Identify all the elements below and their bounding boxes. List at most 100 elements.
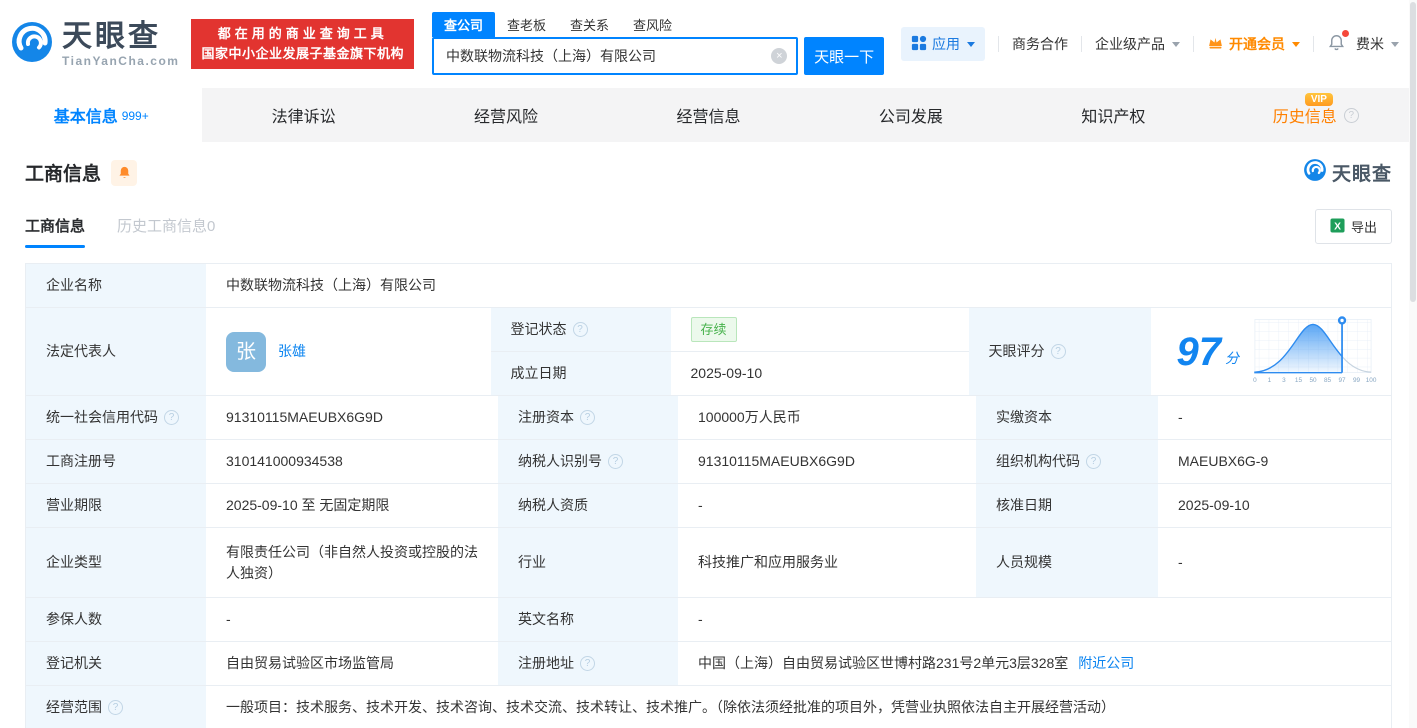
- field-label-wrap: 注册资本 ?: [498, 396, 678, 439]
- help-icon[interactable]: ?: [1050, 344, 1066, 359]
- svg-text:99: 99: [1353, 376, 1361, 383]
- svg-text:85: 85: [1324, 376, 1332, 383]
- promo-banner: 都在用的商业查询工具 国家中小企业发展子基金旗下机构: [191, 18, 414, 70]
- chevron-down-icon: [1391, 41, 1399, 47]
- notification-bell-button[interactable]: [1327, 30, 1349, 55]
- logo-brand-text: 天眼查: [62, 19, 161, 53]
- subscribe-bell-button[interactable]: [111, 159, 138, 186]
- tianyancha-logo[interactable]: 天眼查 TianYanCha.com: [10, 20, 179, 69]
- header-menu: 应用 商务合作 企业级产品 开通会员 费米: [901, 27, 1399, 61]
- help-icon[interactable]: ?: [608, 454, 623, 469]
- field-value: 310141000934538: [206, 440, 498, 483]
- table-row-business-scope: 经营范围 ? 一般项目：技术服务、技术开发、技术咨询、技术交流、技术转让、技术推…: [26, 686, 1391, 728]
- table-row-legal-rep: 法定代表人 张 张雄 登记状态 ? 存续 成立日期 2025-09-10 天眼评…: [26, 308, 1391, 396]
- search-button[interactable]: 天眼一下: [804, 37, 884, 75]
- field-label-wrap: 天眼评分 ?: [968, 308, 1151, 395]
- field-value: 有限责任公司（非自然人投资或控股的法人独资）: [206, 528, 498, 597]
- tab-basic-info-count: 999+: [121, 109, 149, 123]
- apps-menu[interactable]: 应用: [901, 27, 985, 61]
- enterprise-product-label: 企业级产品: [1095, 36, 1165, 52]
- search-tabs: 查公司 查老板 查关系 查风险: [432, 12, 884, 37]
- field-label: 注册资本: [518, 409, 574, 425]
- table-row-company-name: 企业名称 中数联物流科技（上海）有限公司: [26, 264, 1391, 308]
- scrollbar[interactable]: [1409, 0, 1417, 728]
- tab-history-info[interactable]: VIP 历史信息 ?: [1215, 88, 1417, 142]
- orange-bell-icon: [119, 166, 130, 178]
- divider: [1193, 36, 1194, 52]
- tab-basic-info[interactable]: 基本信息 999+: [0, 88, 203, 142]
- field-value: 2025-09-10 至 无固定期限: [206, 484, 498, 527]
- field-value: MAEUBX6G-9: [1158, 440, 1391, 483]
- tab-operating-risk[interactable]: 经营风险: [405, 88, 607, 142]
- svg-text:50: 50: [1309, 376, 1317, 383]
- tab-legal-proceedings[interactable]: 法律诉讼: [202, 88, 404, 142]
- table-row-reg-number: 工商注册号 310141000934538 纳税人识别号 ? 91310115M…: [26, 440, 1391, 484]
- help-icon[interactable]: ?: [580, 410, 595, 425]
- help-icon[interactable]: ?: [1343, 107, 1359, 123]
- help-icon[interactable]: ?: [1086, 454, 1101, 469]
- watermark-logo: 天眼查: [1303, 158, 1392, 187]
- table-row-company-type: 企业类型 有限责任公司（非自然人投资或控股的法人独资） 行业 科技推广和应用服务…: [26, 528, 1391, 598]
- field-label: 实缴资本: [976, 396, 1158, 439]
- search-tab-company[interactable]: 查公司: [432, 12, 496, 37]
- tab-intellectual-property[interactable]: 知识产权: [1012, 88, 1214, 142]
- export-button[interactable]: X 导出: [1314, 209, 1392, 244]
- svg-text:100: 100: [1366, 376, 1377, 383]
- search-tab-risk[interactable]: 查风险: [621, 12, 684, 37]
- field-label: 企业类型: [26, 528, 206, 597]
- help-icon[interactable]: ?: [580, 656, 595, 671]
- svg-text:1: 1: [1268, 376, 1272, 383]
- table-row-business-term: 营业期限 2025-09-10 至 无固定期限 纳税人资质 - 核准日期 202…: [26, 484, 1391, 528]
- open-vip-menu[interactable]: 开通会员: [1207, 34, 1300, 54]
- avatar[interactable]: 张: [226, 331, 266, 372]
- subtab-business-info[interactable]: 工商信息: [25, 215, 86, 248]
- chevron-down-icon: [1292, 41, 1300, 47]
- scrollbar-thumb[interactable]: [1410, 2, 1416, 302]
- help-icon[interactable]: ?: [572, 321, 588, 337]
- subtab-history-business-info[interactable]: 历史工商信息0: [117, 215, 215, 248]
- field-value: -: [1158, 396, 1391, 439]
- field-value: 2025-09-10: [670, 351, 969, 395]
- table-row-reg-authority: 登记机关 自由贸易试验区市场监管局 注册地址 ? 中国（上海）自由贸易试验区世博…: [26, 642, 1391, 686]
- help-icon[interactable]: ?: [108, 700, 123, 715]
- enterprise-product-menu[interactable]: 企业级产品: [1095, 34, 1180, 54]
- field-label: 营业期限: [26, 484, 206, 527]
- legal-rep-cell: 张 张雄: [206, 308, 491, 395]
- help-icon[interactable]: ?: [164, 410, 179, 425]
- nearby-companies-link[interactable]: 附近公司: [1078, 653, 1134, 674]
- tab-legal-proceedings-label: 法律诉讼: [271, 109, 336, 126]
- field-label: 成立日期: [490, 351, 671, 395]
- company-nav-tabs: 基本信息 999+ 法律诉讼 经营风险 经营信息 公司发展 知识产权 VIP 历…: [0, 88, 1417, 142]
- score-cell: 97 分 0 1 3 15 50 85 97 99 100: [1150, 308, 1391, 395]
- tab-history-info-label: 历史信息: [1272, 109, 1337, 126]
- logo-domain-text: TianYanCha.com: [62, 53, 180, 68]
- field-label: 英文名称: [498, 598, 678, 641]
- tab-operating-info[interactable]: 经营信息: [607, 88, 809, 142]
- legal-rep-link[interactable]: 张雄: [278, 341, 306, 362]
- tab-operating-risk-label: 经营风险: [474, 109, 539, 126]
- table-row-credit-code: 统一社会信用代码 ? 91310115MAEUBX6G9D 注册资本 ? 100…: [26, 396, 1391, 440]
- tab-company-development-label: 公司发展: [878, 109, 943, 126]
- search-block: 查公司 查老板 查关系 查风险 × 天眼一下: [432, 12, 884, 75]
- field-label-wrap: 组织机构代码 ?: [976, 440, 1158, 483]
- section-title: 工商信息: [25, 164, 102, 185]
- svg-text:X: X: [1334, 221, 1341, 232]
- tab-operating-info-label: 经营信息: [676, 109, 741, 126]
- user-menu[interactable]: 费米: [1356, 34, 1399, 54]
- search-input[interactable]: [434, 39, 797, 73]
- app-grid-icon: [911, 35, 927, 54]
- field-value-text: 有限责任公司（非自然人投资或控股的法人独资）: [226, 543, 478, 581]
- business-cooperation-menu[interactable]: 商务合作: [1012, 34, 1068, 54]
- tab-company-development[interactable]: 公司发展: [810, 88, 1012, 142]
- reg-address-value: 中国（上海）自由贸易试验区世博村路231号2单元3层328室: [698, 655, 1069, 671]
- field-value: -: [678, 598, 1391, 641]
- field-label-wrap: 登记状态 ?: [490, 308, 671, 351]
- field-label: 核准日期: [976, 484, 1158, 527]
- business-info-table: 企业名称 中数联物流科技（上海）有限公司 法定代表人 张 张雄 登记状态 ? 存…: [25, 263, 1392, 728]
- search-input-wrap: ×: [432, 37, 799, 75]
- search-tab-relation[interactable]: 查关系: [558, 12, 621, 37]
- search-tab-boss[interactable]: 查老板: [495, 12, 558, 37]
- field-label: 行业: [498, 528, 678, 597]
- vip-badge: VIP: [1304, 93, 1333, 106]
- divider: [1313, 36, 1314, 52]
